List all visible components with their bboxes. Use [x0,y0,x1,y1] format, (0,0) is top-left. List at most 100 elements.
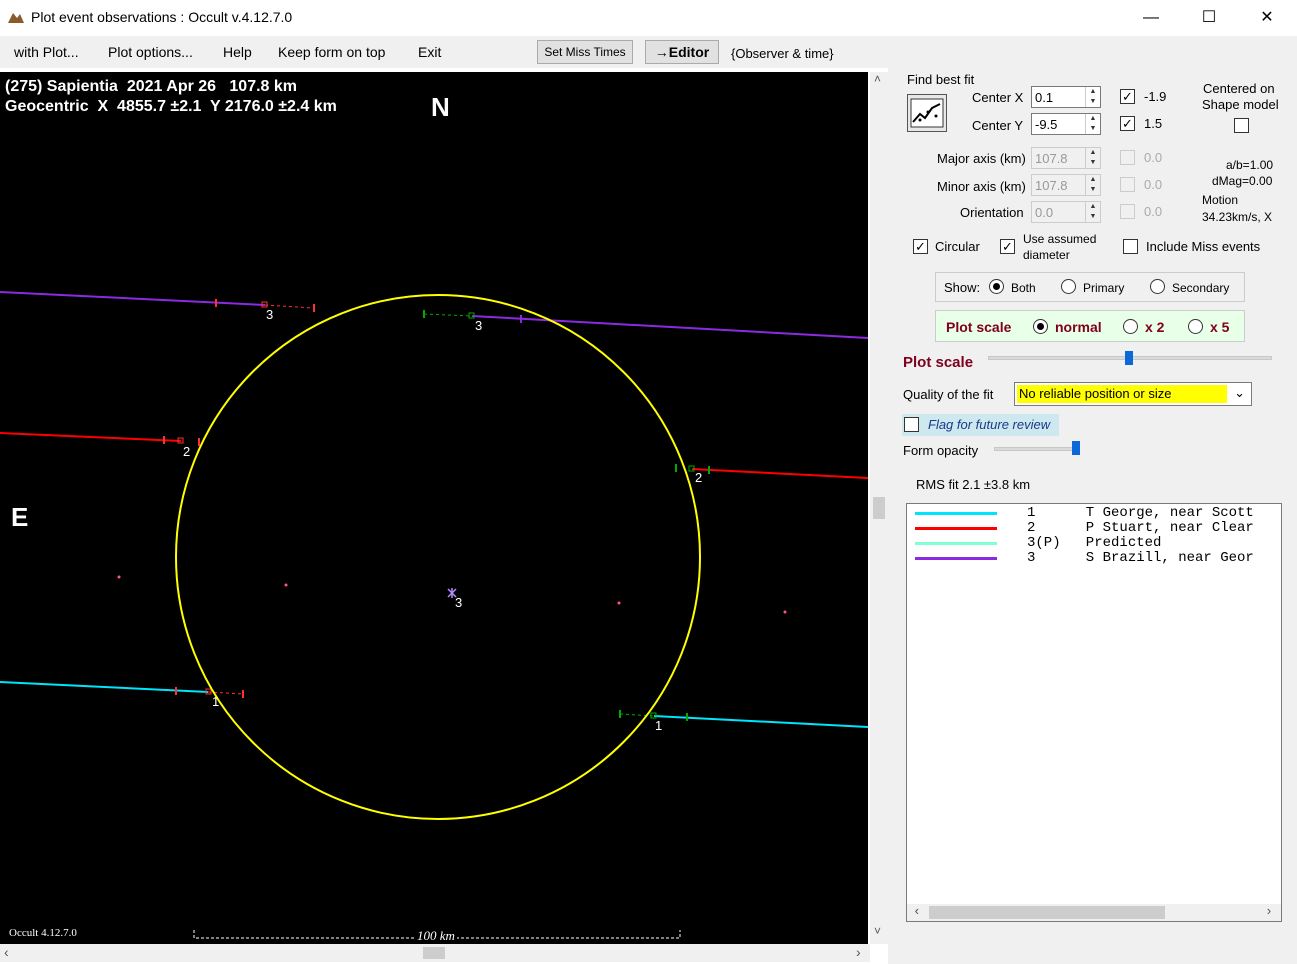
list-item[interactable]: 1 T George, near Scott [907,506,1283,521]
plot-scale-label: Plot scale [946,319,1012,335]
center-x-checkbox[interactable]: ✓ [1120,89,1135,104]
legend-swatch [915,512,997,515]
scroll-down-icon[interactable]: ˅ [874,924,881,938]
menu-keep-on-top[interactable]: Keep form on top [278,44,385,60]
list-item[interactable]: 3 S Brazill, near Geor [907,551,1283,566]
form-opacity-slider-thumb[interactable] [1072,441,1080,455]
list-item-text: 3(P) Predicted [1027,536,1162,551]
chord-2-line-right [691,468,868,479]
center-y-input[interactable]: -9.5 ▲ ▼ [1031,113,1101,135]
spin-arrows-icon[interactable]: ▲ ▼ [1085,202,1100,222]
spin-arrows-icon[interactable]: ▲ ▼ [1085,87,1100,107]
scroll-right-icon[interactable]: › [1265,904,1273,919]
list-item-text: 3 S Brazill, near Geor [1027,551,1254,566]
plot-canvas[interactable]: (275) Sapientia 2021 Apr 26 107.8 km Geo… [0,72,868,944]
chord-label: 3 [266,307,274,322]
scale-x5-radio[interactable] [1188,319,1203,334]
set-miss-times-button[interactable]: Set Miss Times [537,40,633,64]
minor-axis-value: 107.8 [1035,178,1068,193]
plot-horizontal-scrollbar[interactable]: ‹ › [0,944,870,962]
ab-ratio: a/b=1.00 [1226,158,1274,172]
plot-header-line2: Geocentric X 4855.7 ±2.1 Y 2176.0 ±2.4 k… [5,98,337,115]
center-y-value: -9.5 [1035,117,1058,132]
show-secondary-radio[interactable] [1150,279,1165,294]
circular-checkbox[interactable]: ✓ [913,239,928,254]
scroll-thumb[interactable] [873,497,885,519]
plot-vertical-scrollbar[interactable]: ˄ ˅ [870,72,888,944]
scale-x2-radio[interactable] [1123,319,1138,334]
editor-button[interactable]: →Editor [645,40,719,64]
center-y-check-value: 1.5 [1144,116,1163,131]
scale-x2-label: x 2 [1145,319,1165,335]
center-y-checkbox[interactable]: ✓ [1120,116,1135,131]
orientation-input[interactable]: 0.0 ▲ ▼ [1031,201,1101,223]
miss-dot [117,575,121,579]
plot-header-line1: (275) Sapientia 2021 Apr 26 107.8 km [5,78,298,95]
scroll-up-icon[interactable]: ˄ [874,72,881,86]
legend-swatch [915,557,997,560]
menu-help[interactable]: Help [223,44,252,60]
chord-1-miss-right [619,713,655,717]
major-axis-value: 107.8 [1035,151,1068,166]
scroll-left-icon[interactable]: ‹ [913,904,921,919]
north-label: N [431,92,450,122]
chord-label: 1 [212,694,220,709]
menu-plot-options[interactable]: Plot options... [108,44,193,60]
motion-label: Motion [1202,193,1239,207]
show-both-radio[interactable] [989,279,1004,294]
observers-list[interactable]: 1 T George, near Scott 2 P Stuart, near … [906,503,1282,922]
chord-2-line-left [0,432,182,442]
use-assumed-label: Use assumed [1023,232,1097,246]
use-assumed-checkbox[interactable]: ✓ [1000,239,1015,254]
close-button[interactable]: ✕ [1238,0,1296,36]
spin-arrows-icon[interactable]: ▲ ▼ [1085,148,1100,168]
miss-dot [617,601,621,605]
rms-fit-label: RMS fit 2.1 ±3.8 km [916,477,1031,492]
spin-arrows-icon[interactable]: ▲ ▼ [1085,114,1100,134]
quality-select[interactable]: No reliable position or size ⌄ [1014,382,1252,406]
scroll-thumb[interactable] [929,906,1165,919]
chord-label: 3 [475,318,483,333]
spin-arrows-icon[interactable]: ▲ ▼ [1085,175,1100,195]
scroll-left-icon[interactable]: ‹ [4,944,9,960]
observer-time-menu[interactable]: {Observer & time} [731,46,834,61]
menu-with-plot[interactable]: with Plot... [14,44,79,60]
major-axis-checkbox[interactable] [1120,150,1135,165]
plot-scale-slider-thumb[interactable] [1125,351,1133,365]
find-best-fit-button[interactable] [907,94,947,132]
minor-axis-checkbox[interactable] [1120,177,1135,192]
chord-3-miss-right [423,313,473,317]
list-horizontal-scrollbar[interactable]: ‹ › [907,904,1281,921]
fit-ellipse [175,294,701,820]
scroll-right-icon[interactable]: › [856,944,861,960]
quality-value: No reliable position or size [1019,386,1172,401]
orientation-label: Orientation [960,205,1024,220]
title-bar: Plot event observations : Occult v.4.12.… [0,0,1297,36]
chord-label: 2 [695,470,703,485]
orientation-checkbox[interactable] [1120,204,1135,219]
maximize-button[interactable]: ☐ [1180,0,1238,36]
chord-3-line-left [0,291,266,306]
window-title: Plot event observations : Occult v.4.12.… [31,9,293,25]
major-axis-input[interactable]: 107.8 ▲ ▼ [1031,147,1101,169]
menu-exit[interactable]: Exit [418,44,441,60]
form-opacity-slider[interactable] [994,447,1078,451]
orientation-check-value: 0.0 [1144,204,1163,219]
list-item[interactable]: 3(P) Predicted [907,536,1283,551]
quality-label: Quality of the fit [903,387,994,402]
center-x-input[interactable]: 0.1 ▲ ▼ [1031,86,1101,108]
list-item-text: 2 P Stuart, near Clear [1027,521,1254,536]
show-primary-radio[interactable] [1061,279,1076,294]
include-miss-checkbox[interactable] [1123,239,1138,254]
scale-normal-radio[interactable] [1033,319,1048,334]
shape-model-checkbox[interactable] [1234,118,1249,133]
chart-icon [910,98,944,128]
list-item[interactable]: 2 P Stuart, near Clear [907,521,1283,536]
scroll-thumb[interactable] [423,947,445,959]
minimize-button[interactable]: — [1122,0,1180,36]
shape-model-label: Shape model [1202,97,1279,112]
legend-swatch [915,542,997,545]
minor-axis-input[interactable]: 107.8 ▲ ▼ [1031,174,1101,196]
flag-review-checkbox[interactable] [904,417,919,432]
centered-on-label: Centered on [1203,81,1275,96]
